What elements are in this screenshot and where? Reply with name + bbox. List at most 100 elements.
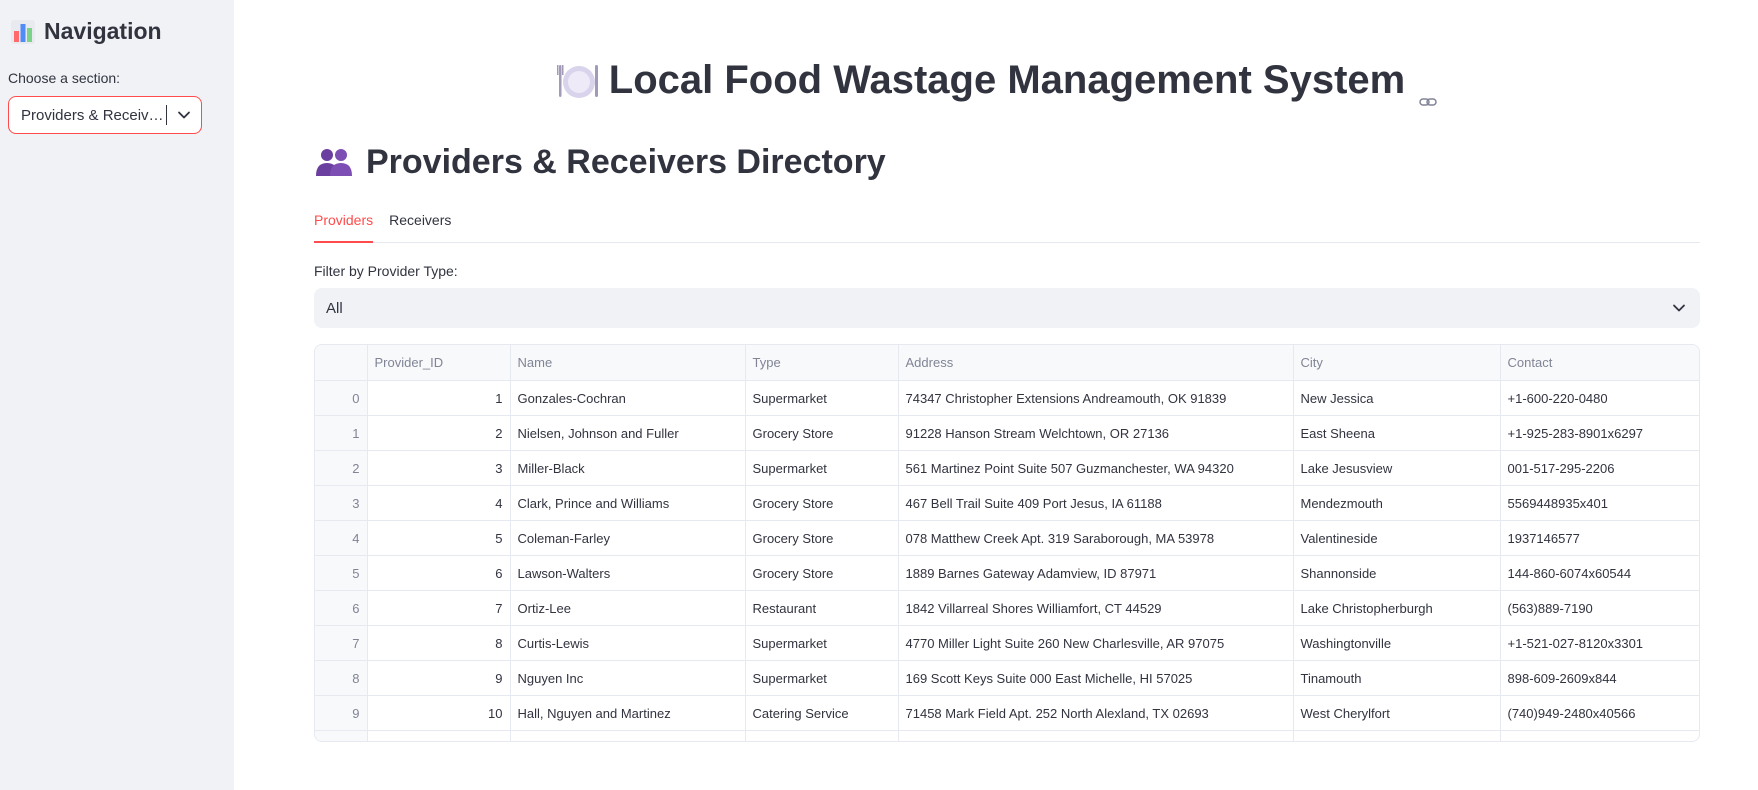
- row-index[interactable]: 1: [315, 415, 368, 451]
- row-index[interactable]: 7: [315, 625, 368, 661]
- address-cell[interactable]: 91228 Hanson Stream Welchtown, OR 27136: [898, 415, 1294, 451]
- type-cell[interactable]: Supermarket: [745, 380, 899, 416]
- city-cell[interactable]: Tinamouth: [1293, 660, 1501, 696]
- provider-id-cell[interactable]: 5: [367, 520, 511, 556]
- table-row[interactable]: 9 10 Hall, Nguyen and Martinez Catering Ser…: [315, 695, 1699, 731]
- table-body: 0 1 Gonzales-Cochran Supermarket 74347 Chris…: [315, 380, 1699, 741]
- table-row[interactable]: 8 9 Nguyen Inc Supermarket 169 Scott Keys Su…: [315, 660, 1699, 696]
- people-icon: [314, 142, 354, 182]
- type-cell[interactable]: Grocery Store: [745, 415, 899, 451]
- address-cell[interactable]: 561 Martinez Point Suite 507 Guzmanchest…: [898, 450, 1294, 486]
- row-index[interactable]: 6: [315, 590, 368, 626]
- column-header-index: [315, 345, 368, 381]
- provider-id-cell[interactable]: 7: [367, 590, 511, 626]
- name-cell[interactable]: Coleman-Farley: [510, 520, 746, 556]
- contact-cell[interactable]: 5569448935x401: [1500, 485, 1699, 521]
- city-cell[interactable]: Washingtonville: [1293, 625, 1501, 661]
- tab-receivers[interactable]: Receivers: [389, 208, 451, 238]
- city-cell[interactable]: Lake Christopherburgh: [1293, 590, 1501, 626]
- provider-id-cell[interactable]: 2: [367, 415, 511, 451]
- provider-id-cell[interactable]: 6: [367, 555, 511, 591]
- address-cell[interactable]: 1889 Barnes Gateway Adamview, ID 87971: [898, 555, 1294, 591]
- column-header-city[interactable]: City: [1293, 345, 1501, 381]
- column-header-name[interactable]: Name: [510, 345, 746, 381]
- providers-table[interactable]: Provider_ID Name Type Address City Conta…: [314, 344, 1700, 742]
- column-header-type[interactable]: Type: [745, 345, 899, 381]
- provider-id-cell[interactable]: 3: [367, 450, 511, 486]
- type-cell[interactable]: Supermarket: [745, 625, 899, 661]
- table-row[interactable]: 3 4 Clark, Prince and Williams Grocery Stor…: [315, 485, 1699, 521]
- section-select[interactable]: Providers & Receivers: [8, 96, 202, 134]
- table-row[interactable]: 5 6 Lawson-Walters Grocery Store 1889 Barnes…: [315, 555, 1699, 591]
- contact-cell[interactable]: 898-609-2609x844: [1500, 660, 1699, 696]
- table-row[interactable]: 6 7 Ortiz-Lee Restaurant 1842 Villarreal Sho…: [315, 590, 1699, 626]
- row-index[interactable]: 0: [315, 380, 368, 416]
- name-cell[interactable]: Curtis-Lewis: [510, 625, 746, 661]
- name-cell[interactable]: Nguyen Inc: [510, 660, 746, 696]
- city-cell[interactable]: Mendezmouth: [1293, 485, 1501, 521]
- city-cell[interactable]: Lake Jesusview: [1293, 450, 1501, 486]
- row-index[interactable]: 4: [315, 520, 368, 556]
- name-cell[interactable]: Ortiz-Lee: [510, 590, 746, 626]
- table-row[interactable]: 0 1 Gonzales-Cochran Supermarket 74347 Chris…: [315, 380, 1699, 416]
- name-cell[interactable]: Hall, Nguyen and Martinez: [510, 695, 746, 731]
- contact-cell[interactable]: 144-860-6074x60544: [1500, 555, 1699, 591]
- link-icon[interactable]: [1419, 76, 1437, 106]
- address-cell[interactable]: 467 Bell Trail Suite 409 Port Jesus, IA …: [898, 485, 1294, 521]
- type-cell[interactable]: Grocery Store: [745, 520, 899, 556]
- row-index[interactable]: 8: [315, 660, 368, 696]
- column-header-provider-id[interactable]: Provider_ID: [367, 345, 511, 381]
- type-cell[interactable]: Grocery Store: [745, 485, 899, 521]
- name-cell[interactable]: Clark, Prince and Williams: [510, 485, 746, 521]
- provider-id-cell[interactable]: 8: [367, 625, 511, 661]
- type-cell[interactable]: Catering Service: [745, 695, 899, 731]
- contact-cell[interactable]: 1937146577: [1500, 520, 1699, 556]
- address-cell[interactable]: 078 Matthew Creek Apt. 319 Saraborough, …: [898, 520, 1294, 556]
- column-header-address[interactable]: Address: [898, 345, 1294, 381]
- chevron-down-icon[interactable]: [1672, 301, 1686, 315]
- provider-id-cell[interactable]: 4: [367, 485, 511, 521]
- partial-cell: [898, 730, 1294, 741]
- name-cell[interactable]: Miller-Black: [510, 450, 746, 486]
- city-cell[interactable]: West Cherylfort: [1293, 695, 1501, 731]
- contact-cell[interactable]: (563)889-7190: [1500, 590, 1699, 626]
- address-cell[interactable]: 169 Scott Keys Suite 000 East Michelle, …: [898, 660, 1294, 696]
- provider-id-cell[interactable]: 9: [367, 660, 511, 696]
- contact-cell[interactable]: +1-925-283-8901x6297: [1500, 415, 1699, 451]
- provider-id-cell[interactable]: 10: [367, 695, 511, 731]
- city-cell[interactable]: East Sheena: [1293, 415, 1501, 451]
- provider-id-cell[interactable]: 1: [367, 380, 511, 416]
- name-cell[interactable]: Nielsen, Johnson and Fuller: [510, 415, 746, 451]
- table-row[interactable]: 2 3 Miller-Black Supermarket 561 Martinez Po…: [315, 450, 1699, 486]
- contact-cell[interactable]: (740)949-2480x40566: [1500, 695, 1699, 731]
- provider-type-filter-select[interactable]: All: [314, 288, 1700, 328]
- city-cell[interactable]: Shannonside: [1293, 555, 1501, 591]
- row-index[interactable]: 9: [315, 695, 368, 731]
- chevron-down-icon[interactable]: [177, 108, 191, 122]
- name-cell[interactable]: Gonzales-Cochran: [510, 380, 746, 416]
- type-cell[interactable]: Supermarket: [745, 450, 899, 486]
- row-index[interactable]: 5: [315, 555, 368, 591]
- contact-cell[interactable]: +1-600-220-0480: [1500, 380, 1699, 416]
- table-row[interactable]: 4 5 Coleman-Farley Grocery Store 078 Matthew…: [315, 520, 1699, 556]
- address-cell[interactable]: 1842 Villarreal Shores Williamfort, CT 4…: [898, 590, 1294, 626]
- row-index[interactable]: 3: [315, 485, 368, 521]
- row-index[interactable]: 2: [315, 450, 368, 486]
- name-cell[interactable]: Lawson-Walters: [510, 555, 746, 591]
- address-cell[interactable]: 4770 Miller Light Suite 260 New Charlesv…: [898, 625, 1294, 661]
- column-header-contact[interactable]: Contact: [1500, 345, 1699, 381]
- table-row[interactable]: 7 8 Curtis-Lewis Supermarket 4770 Miller Lig…: [315, 625, 1699, 661]
- address-cell[interactable]: 74347 Christopher Extensions Andreamouth…: [898, 380, 1294, 416]
- contact-cell[interactable]: 001-517-295-2206: [1500, 450, 1699, 486]
- tab-providers[interactable]: Providers: [314, 208, 374, 243]
- contact-cell[interactable]: +1-521-027-8120x3301: [1500, 625, 1699, 661]
- type-cell[interactable]: Supermarket: [745, 660, 899, 696]
- address-cell[interactable]: 71458 Mark Field Apt. 252 North Alexland…: [898, 695, 1294, 731]
- city-cell[interactable]: New Jessica: [1293, 380, 1501, 416]
- type-cell[interactable]: Restaurant: [745, 590, 899, 626]
- sidebar-title: Navigation: [10, 18, 162, 45]
- table-row[interactable]: 1 2 Nielsen, Johnson and Fuller Grocery Sto…: [315, 415, 1699, 451]
- type-cell[interactable]: Grocery Store: [745, 555, 899, 591]
- city-cell[interactable]: Valentineside: [1293, 520, 1501, 556]
- text-cursor: [166, 105, 167, 125]
